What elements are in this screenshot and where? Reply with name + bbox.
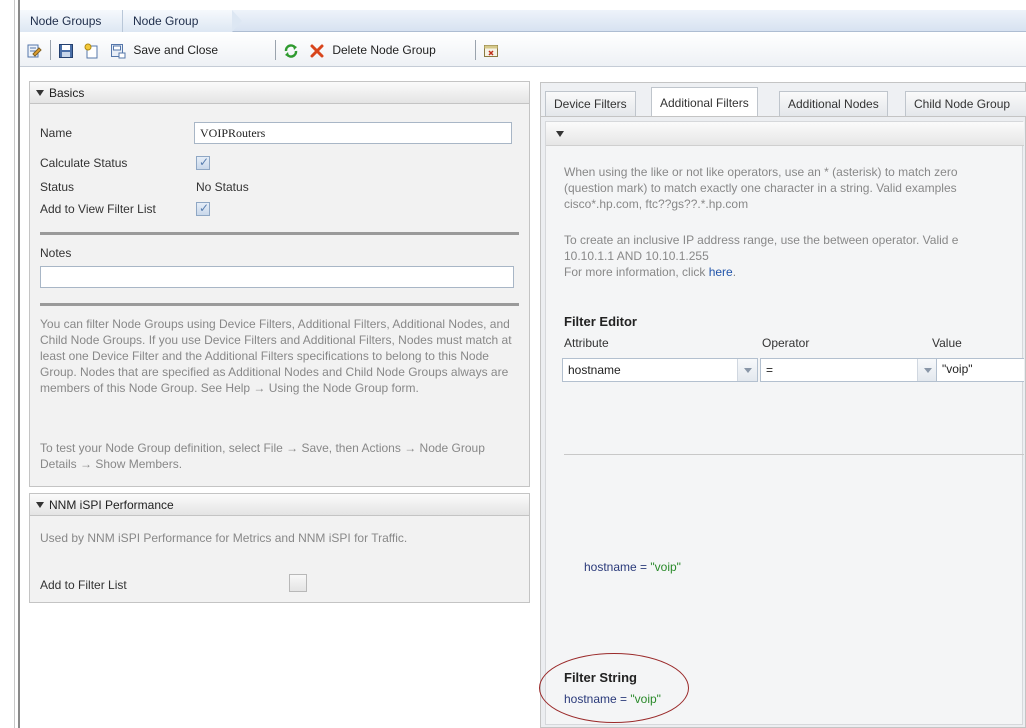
toolbar: Save and Close Delete Node Group <box>20 33 1026 67</box>
save-icon <box>59 43 73 58</box>
more-info-text: For more information, click here. <box>564 264 736 280</box>
like-operator-help: When using the like or not like operator… <box>564 165 958 179</box>
basics-title: Basics <box>49 86 85 100</box>
add-filter-list-checkbox[interactable] <box>289 574 307 592</box>
toolbar-separator <box>475 40 476 60</box>
section-divider <box>40 303 519 306</box>
new-button[interactable] <box>84 41 100 59</box>
filter-section-header[interactable] <box>546 122 1024 146</box>
expression-attribute: hostname <box>584 560 637 574</box>
close-form-icon <box>484 44 498 57</box>
refresh-button[interactable] <box>283 41 299 59</box>
add-filter-list-label: Add to Filter List <box>40 578 127 592</box>
filter-tabs: Device Filters Additional Filters Additi… <box>540 82 1026 117</box>
collapse-triangle-icon <box>36 90 44 96</box>
value-column-label: Value <box>932 336 962 350</box>
checkmark-icon: ✓ <box>199 201 210 215</box>
operator-column-label: Operator <box>762 336 810 350</box>
more-info-prefix: For more information, click <box>564 265 709 279</box>
ispi-title: NNM iSPI Performance <box>49 498 174 512</box>
help-text-filters: You can filter Node Groups using Device … <box>40 317 512 395</box>
delete-node-group-button[interactable]: Delete Node Group <box>309 41 436 59</box>
help-text-test: To test your Node Group definition, sele… <box>40 441 485 471</box>
operator-select[interactable]: = <box>760 358 938 382</box>
ispi-performance-panel: NNM iSPI Performance Used by NNM iSPI Pe… <box>29 493 530 603</box>
additional-filters-content: When using the like or not like operator… <box>545 121 1024 725</box>
basics-header[interactable]: Basics <box>30 82 529 104</box>
tab-child-node-groups[interactable]: Child Node Group <box>905 91 1026 117</box>
toolbar-separator <box>275 40 276 60</box>
delete-icon <box>310 44 324 58</box>
tab-device-filters[interactable]: Device Filters <box>545 91 636 117</box>
breadcrumb-node-group[interactable]: Node Group <box>122 10 232 32</box>
attribute-select[interactable]: hostname <box>562 358 758 382</box>
breadcrumb-node-groups[interactable]: Node Groups <box>20 10 122 32</box>
ispi-description: Used by NNM iSPI Performance for Metrics… <box>40 531 408 545</box>
add-view-filter-label: Add to View Filter List <box>40 202 156 216</box>
refresh-icon <box>284 44 298 58</box>
help-link[interactable]: here <box>709 265 733 279</box>
annotation-circle <box>539 653 689 723</box>
between-operator-example: 10.10.1.1 AND 10.10.1.255 <box>564 249 709 263</box>
new-icon <box>84 43 98 59</box>
node-group-form: Node Groups Node Group Save and Close De… <box>20 0 1026 728</box>
toolbar-separator <box>50 40 51 60</box>
attribute-selected: hostname <box>568 363 621 377</box>
edit-icon <box>27 44 42 58</box>
close-form-button[interactable] <box>483 41 499 59</box>
name-label: Name <box>40 126 73 140</box>
collapse-triangle-icon <box>36 502 44 508</box>
chevron-down-icon[interactable] <box>917 359 937 381</box>
like-operator-examples: cisco*.hp.com, ftc??gs??.*.hp.com <box>564 197 749 211</box>
tab-additional-nodes[interactable]: Additional Nodes <box>779 91 888 117</box>
status-label: Status <box>40 180 75 194</box>
save-close-button[interactable]: Save and Close <box>110 41 218 59</box>
operator-selected: = <box>766 363 774 377</box>
tab-additional-filters[interactable]: Additional Filters <box>651 87 758 117</box>
attribute-column-label: Attribute <box>564 336 609 350</box>
chevron-down-icon[interactable] <box>737 359 757 381</box>
filter-editor-title: Filter Editor <box>564 314 637 329</box>
frame-edge-light <box>14 0 15 728</box>
notes-input[interactable] <box>40 266 514 288</box>
save-close-icon <box>111 43 126 59</box>
calculate-status-checkbox[interactable]: ✓ <box>196 155 210 170</box>
save-button[interactable] <box>58 41 74 59</box>
section-divider <box>40 232 519 235</box>
like-operator-help: (question mark) to match exactly one cha… <box>564 181 957 195</box>
checkmark-icon: ✓ <box>199 155 210 169</box>
filter-expression: hostname = "voip" <box>584 560 681 574</box>
breadcrumb-arrow <box>232 10 242 32</box>
expression-value: "voip" <box>650 560 681 574</box>
basics-panel: Basics Name VOIPRouters Calculate Status… <box>29 81 530 487</box>
edit-button[interactable] <box>26 41 42 59</box>
additional-filters-panel: When using the like or not like operator… <box>540 116 1026 728</box>
breadcrumb: Node Groups Node Group <box>20 10 1026 32</box>
between-operator-help: To create an inclusive IP address range,… <box>564 233 959 247</box>
name-input[interactable]: VOIPRouters <box>194 122 512 144</box>
delete-label: Delete Node Group <box>332 43 436 57</box>
add-view-filter-checkbox[interactable]: ✓ <box>196 201 210 216</box>
calculate-status-label: Calculate Status <box>40 156 128 170</box>
more-info-suffix: . <box>732 265 737 279</box>
notes-label: Notes <box>40 246 72 260</box>
ispi-header[interactable]: NNM iSPI Performance <box>30 494 529 516</box>
value-input[interactable]: "voip" <box>936 358 1024 382</box>
expression-operator: = <box>636 560 651 574</box>
editor-divider <box>564 454 1024 455</box>
save-close-label: Save and Close <box>133 43 219 57</box>
collapse-triangle-icon <box>556 131 564 137</box>
status-value: No Status <box>196 180 249 194</box>
